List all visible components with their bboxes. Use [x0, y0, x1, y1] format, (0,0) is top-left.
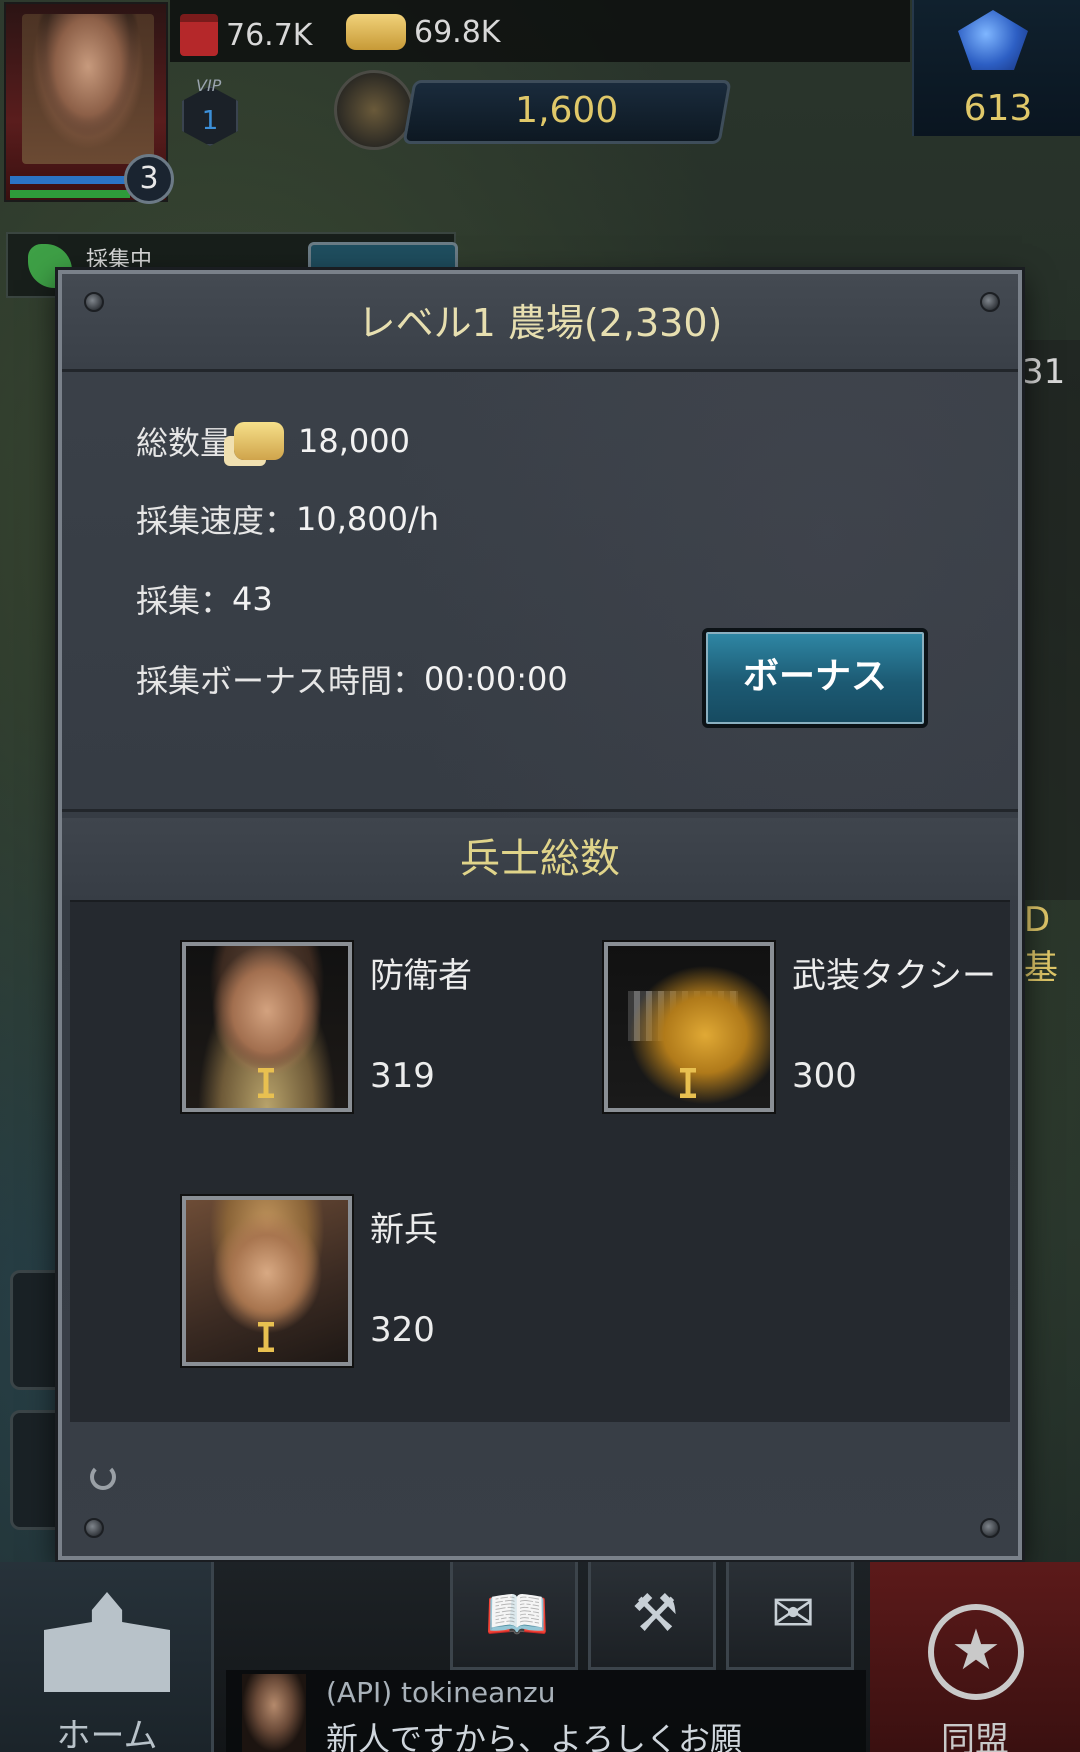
- troop-name: 新兵: [370, 1210, 438, 1250]
- rank-i-icon: [258, 1068, 274, 1098]
- total-amount-value: 18,000: [298, 422, 410, 460]
- troop-count: 320: [370, 1310, 435, 1350]
- recruit-portrait[interactable]: [182, 1196, 352, 1366]
- gather-count-label: 採集：: [136, 582, 233, 620]
- chat-message: 新人ですから、よろしくお願: [326, 1720, 743, 1752]
- star-emblem-icon: ★: [928, 1604, 1024, 1700]
- book-button[interactable]: 📖: [450, 1562, 578, 1670]
- dialog-footer: [62, 1424, 1018, 1556]
- gather-speed-value: 10,800/h: [296, 500, 440, 538]
- player-level-badge: 3: [124, 154, 174, 204]
- gather-speed-row: 採集速度： 10,800/h: [136, 496, 439, 542]
- loading-spinner-icon: [90, 1464, 116, 1490]
- chat-avatar: [242, 1674, 306, 1752]
- rivet-icon: [980, 292, 1000, 312]
- workshop-icon: ⚒: [631, 1584, 679, 1644]
- experience-bar: [10, 190, 130, 198]
- vip-badge[interactable]: 1: [182, 86, 238, 146]
- troops-panel: 防衛者 319 武装タクシー 300 新兵 320: [70, 900, 1010, 1422]
- rivet-icon: [84, 292, 104, 312]
- mail-icon: ✉: [771, 1584, 815, 1644]
- gather-speed-label: 採集速度：: [136, 502, 297, 540]
- crossed-swords-icon: [334, 70, 414, 150]
- food-resource[interactable]: 69.8K: [346, 14, 500, 50]
- avatar-portrait: [22, 14, 154, 164]
- side-panel-right: [1022, 340, 1080, 900]
- total-amount-row: 総数量 18,000: [136, 418, 410, 464]
- bonus-button[interactable]: ボーナス: [702, 628, 928, 728]
- top-hud: 3 1 VIP 76.7K 69.8K 1,600 613 採集中: [0, 0, 1080, 298]
- chat-sender: (API) tokineanzu: [326, 1676, 556, 1709]
- dialog-title: レベル1 農場(2,330): [357, 301, 723, 345]
- side-right-value: 31: [1022, 352, 1066, 392]
- energy-bar: [10, 176, 130, 184]
- gem-count: 613: [963, 88, 1033, 129]
- bonus-time-label: 採集ボーナス時間：: [136, 662, 425, 700]
- rivet-icon: [84, 1518, 104, 1538]
- rank-i-icon: [258, 1322, 274, 1352]
- troop-name: 武装タクシー: [792, 956, 996, 996]
- troop-name: 防衛者: [370, 956, 472, 996]
- rivet-icon: [980, 1518, 1000, 1538]
- diamond-icon: [958, 10, 1028, 70]
- home-label: ホーム: [56, 1716, 158, 1752]
- dialog-header: レベル1 農場(2,330): [62, 274, 1018, 372]
- fuel-amount: 76.7K: [226, 17, 313, 53]
- armed-taxi-portrait[interactable]: [604, 942, 774, 1112]
- mail-button[interactable]: ✉: [726, 1562, 854, 1670]
- gathering-info-panel: 総数量 18,000 採集速度： 10,800/h 採集： 43 採集ボーナス時…: [62, 372, 1018, 812]
- bread-icon: [346, 14, 406, 50]
- book-icon: 📖: [484, 1585, 550, 1645]
- bread-icon: [234, 422, 285, 460]
- bonus-time-row: 採集ボーナス時間： 00:00:00: [136, 656, 568, 702]
- food-amount: 69.8K: [414, 14, 501, 50]
- gather-count-row: 採集： 43: [136, 576, 273, 622]
- alliance-label: 同盟: [941, 1720, 1009, 1752]
- fuel-resource[interactable]: 76.7K: [180, 14, 312, 56]
- farm-info-dialog: レベル1 農場(2,330) 総数量 18,000 採集速度： 10,800/h…: [58, 270, 1022, 1560]
- gather-count-value: 43: [232, 580, 273, 618]
- bonus-time-value: 00:00:00: [424, 660, 568, 698]
- power-display[interactable]: 1,600: [402, 80, 732, 144]
- troop-count: 300: [792, 1056, 857, 1096]
- vip-label: VIP: [196, 76, 222, 95]
- home-button[interactable]: ホーム: [0, 1562, 214, 1752]
- power-value: 1,600: [515, 90, 619, 131]
- government-building-icon: [44, 1592, 170, 1692]
- chat-bar[interactable]: (API) tokineanzu 新人ですから、よろしくお願: [226, 1670, 866, 1752]
- gem-store-button[interactable]: 613: [912, 0, 1080, 136]
- defender-portrait[interactable]: [182, 942, 352, 1112]
- total-amount-label: 総数量: [136, 424, 233, 462]
- alliance-button[interactable]: ★ 同盟: [870, 1562, 1080, 1752]
- workshop-button[interactable]: ⚒: [588, 1562, 716, 1670]
- troop-count: 319: [370, 1056, 435, 1096]
- bottom-navigation: ホーム 📖 ⚒ ✉ (API) tokineanzu 新人ですから、よろしくお願…: [0, 1562, 1080, 1752]
- troops-header: 兵士総数: [62, 818, 1018, 900]
- fuel-can-icon: [180, 14, 218, 56]
- rank-i-icon: [680, 1068, 696, 1098]
- side-right-base-label: D基: [1024, 900, 1058, 988]
